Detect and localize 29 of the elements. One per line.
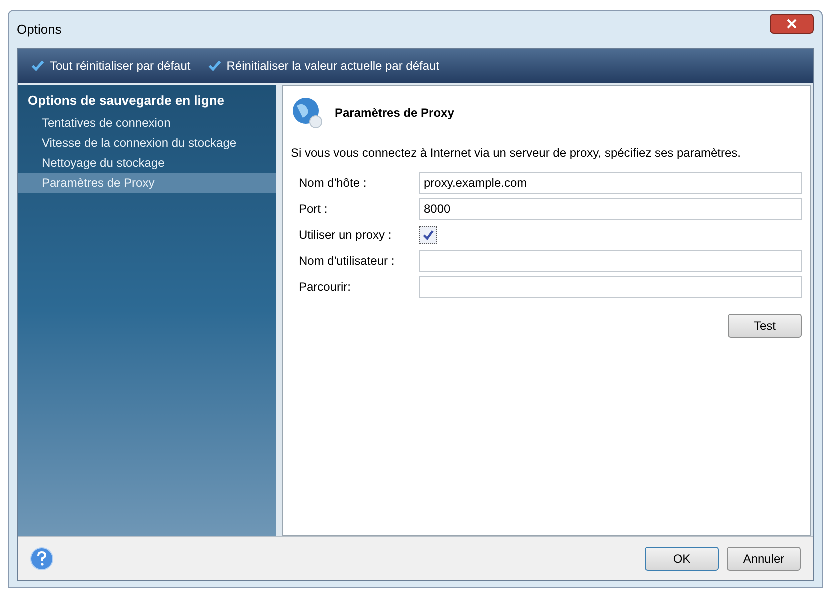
field-label: Nom d'utilisateur : xyxy=(299,253,396,270)
globe-icon xyxy=(291,96,325,130)
input-field[interactable]: proxy.example.com xyxy=(419,172,802,194)
sidebar-item[interactable]: Nettoyage du stockage xyxy=(18,152,276,172)
close-icon xyxy=(787,18,797,28)
dialog-button[interactable]: OK xyxy=(645,546,719,570)
toolbar-button[interactable]: Réinitialiser la valeur actuelle par défaut xyxy=(206,57,440,75)
checkmark-icon xyxy=(30,59,46,73)
input-field[interactable] xyxy=(419,276,802,298)
input-field[interactable] xyxy=(419,250,802,272)
toolbar-button[interactable]: Tout réinitialiser par défaut xyxy=(30,57,191,75)
checkmark-icon xyxy=(206,59,223,73)
checkmark-icon xyxy=(422,230,434,240)
description-text: Si vous vous connectez à Internet via un serveur de proxy, spécifiez ses paramètres. xyxy=(291,145,742,162)
field-label: Utiliser un proxy : xyxy=(299,227,393,244)
panel-title: Paramètres de Proxy xyxy=(335,105,454,122)
dialog-button[interactable]: Annuler xyxy=(727,546,801,570)
window-title: Options xyxy=(17,20,62,39)
field-label: Port : xyxy=(299,201,329,218)
field-label: Nom d'hôte : xyxy=(299,175,368,192)
sidebar-item[interactable]: Tentatives de connexion xyxy=(18,112,276,132)
help-icon[interactable] xyxy=(30,546,54,570)
field-label: Parcourir: xyxy=(299,279,352,296)
sidebar-heading: Options de sauvegarde en ligne xyxy=(27,92,226,110)
checkbox[interactable] xyxy=(419,226,437,244)
input-field[interactable]: 8000 xyxy=(419,198,802,220)
sidebar-item[interactable]: Vitesse de la connexion du stockage xyxy=(18,132,276,152)
test-button[interactable]: Test xyxy=(728,314,802,338)
close-button[interactable] xyxy=(770,14,814,34)
